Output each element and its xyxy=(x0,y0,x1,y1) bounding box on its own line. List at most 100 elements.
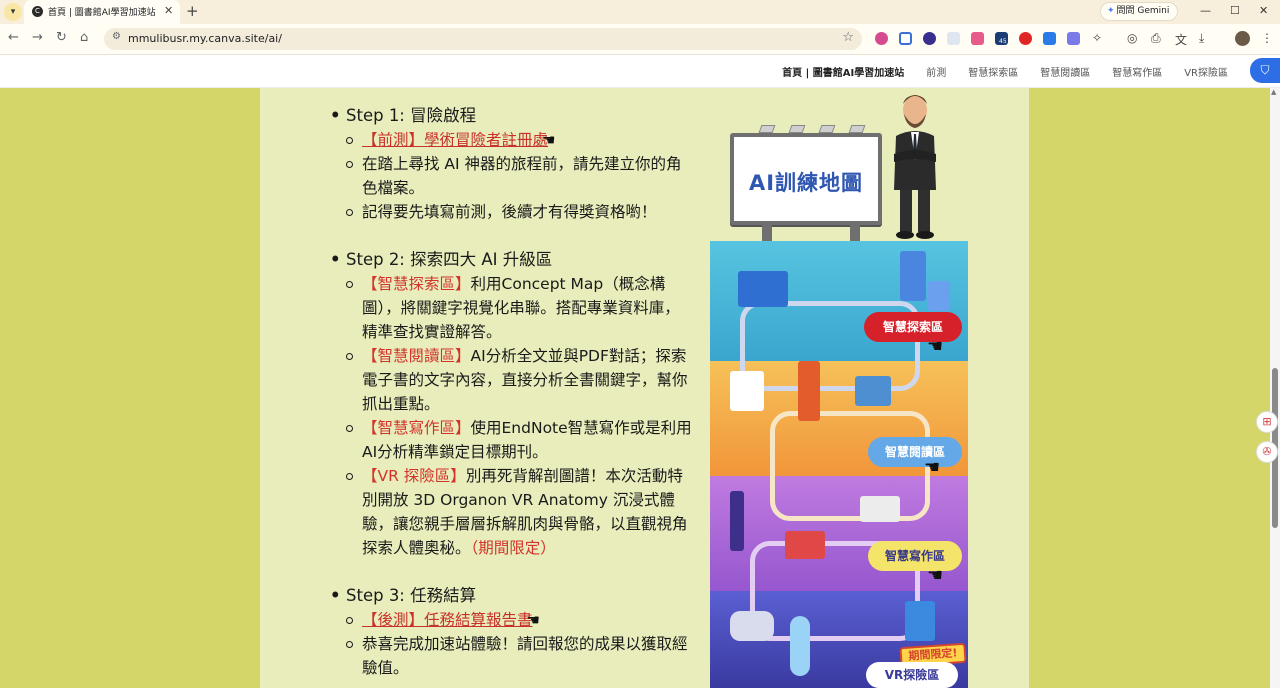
qr-code-button[interactable]: ⊞ xyxy=(1256,411,1278,433)
step-1-item: 在踏上尋找 AI 神器的旅程前，請先建立你的角色檔案。 xyxy=(346,152,692,200)
billboard-lamp xyxy=(758,125,776,133)
step-1-items: 【前測】學術冒險者註冊處☚ 在踏上尋找 AI 神器的旅程前，請先建立你的角色檔案… xyxy=(346,128,692,224)
write-zone-label[interactable]: 智慧寫作區 xyxy=(868,541,962,571)
step-2-items: 【智慧探索區】利用Concept Map（概念構圖），將關鍵字視覺化串聯。搭配專… xyxy=(346,272,692,560)
billboard-lamp xyxy=(848,125,866,133)
scroll-up-arrow-icon[interactable]: ▲ xyxy=(1271,88,1276,96)
extension-icon-1[interactable] xyxy=(875,32,888,45)
pretest-link[interactable]: 【前測】學術冒險者註冊處 xyxy=(362,131,548,149)
pen-icon xyxy=(730,491,744,551)
nav-link-pretest[interactable]: 前測 xyxy=(926,64,946,79)
extension-icon-8[interactable] xyxy=(1043,32,1056,45)
tower-building-icon xyxy=(900,251,926,301)
extension-icon-7[interactable] xyxy=(1019,32,1032,45)
nav-link-home[interactable]: 首頁 | 圖書館AI學習加速站 xyxy=(782,64,904,79)
gemini-sparkle-icon: ✦ xyxy=(1107,6,1115,16)
billboard-lamp xyxy=(788,125,806,133)
profile-avatar-icon[interactable] xyxy=(1235,31,1250,46)
browser-tab-active[interactable]: C 首頁 | 圖書館AI學習加速站 ✕ xyxy=(24,0,180,24)
browser-toolbar: ← → ↻ ⌂ ⚙ mmulibusr.my.canva.site/ai/ ☆ … xyxy=(0,24,1280,55)
pagoda-icon xyxy=(798,361,820,421)
typewriter-icon xyxy=(860,496,900,522)
vr-screen-icon xyxy=(905,601,935,641)
zone-tag: 【智慧寫作區】 xyxy=(362,419,471,437)
step-2-item-write: 【智慧寫作區】使用EndNote智慧寫作或是利用AI分析精準鎖定目標期刊。 xyxy=(346,416,692,464)
qr-code-icon: ⊞ xyxy=(1262,415,1272,428)
print-icon[interactable]: ⎙ xyxy=(1151,31,1161,46)
site-header: 首頁 | 圖書館AI學習加速站 前測 智慧探索區 智慧閱讀區 智慧寫作區 VR探… xyxy=(0,55,1280,88)
step-1-item: 記得要先填寫前測，後續才有得獎資格喲！ xyxy=(346,200,692,224)
step-2-item-vr: 【VR 探險區】別再死背解剖圖譜！本次活動特別開放 3D Organon VR … xyxy=(346,464,692,560)
ask-gemini-label: 問問 Gemini xyxy=(1116,6,1170,16)
address-bar[interactable]: ⚙ mmulibusr.my.canva.site/ai/ ☆ xyxy=(104,28,862,50)
anatomy-hologram-icon xyxy=(790,616,810,676)
kebab-menu-icon[interactable]: ⋮ xyxy=(1261,31,1273,45)
extension-icon-3[interactable] xyxy=(923,32,936,45)
extension-icon-9[interactable] xyxy=(1067,32,1080,45)
steps-list: Step 1: 冒險啟程 【前測】學術冒險者註冊處☚ 在踏上尋找 AI 神器的旅… xyxy=(332,104,692,688)
close-window-button[interactable]: ✕ xyxy=(1259,4,1268,17)
pointer-hand-icon: ☚ xyxy=(924,457,941,478)
step-2-title: Step 2: 探索四大 AI 升級區 xyxy=(346,248,692,272)
step-2: Step 2: 探索四大 AI 升級區 【智慧探索區】利用Concept Map… xyxy=(332,248,692,560)
home-icon[interactable]: ⌂ xyxy=(80,30,88,45)
extension-icon-5[interactable] xyxy=(971,32,984,45)
zone-tag: 【智慧閱讀區】 xyxy=(362,347,471,365)
step-3: Step 3: 任務結算 【後測】任務結算報告書☚ 恭喜完成加速站體驗！請回報您… xyxy=(332,584,692,680)
extensions-puzzle-icon[interactable]: ✧ xyxy=(1092,31,1102,45)
new-tab-button[interactable]: + xyxy=(186,2,199,20)
extension-icon-4[interactable] xyxy=(947,32,960,45)
screenshot-icon[interactable]: ◎ xyxy=(1127,31,1137,45)
open-book-icon xyxy=(730,371,764,411)
minimize-button[interactable]: — xyxy=(1200,4,1211,17)
step-2-item-explore: 【智慧探索區】利用Concept Map（概念構圖），將關鍵字視覺化串聯。搭配專… xyxy=(346,272,692,344)
favicon-icon: C xyxy=(32,6,43,17)
site-menu-button[interactable]: ⛉ xyxy=(1250,58,1280,83)
maximize-button[interactable]: ☐ xyxy=(1230,4,1240,17)
ask-gemini-button[interactable]: ✦ 問問 Gemini xyxy=(1100,2,1178,21)
guide-character-image xyxy=(894,95,936,239)
site-info-icon[interactable]: ⚙ xyxy=(112,31,121,42)
pointer-hand-icon: ☚ xyxy=(927,336,944,357)
url-text[interactable]: mmulibusr.my.canva.site/ai/ xyxy=(128,32,282,45)
nav-link-explore[interactable]: 智慧探索區 xyxy=(968,64,1018,79)
step-1-link-item: 【前測】學術冒險者註冊處☚ xyxy=(346,128,692,152)
billboard-title: AI訓練地圖 xyxy=(748,171,864,195)
step-3-item: 恭喜完成加速站體驗！請回報您的成果以獲取經驗值。 xyxy=(346,632,692,680)
billboard-lamp xyxy=(818,125,836,133)
tab-close-icon[interactable]: ✕ xyxy=(164,4,173,17)
tab-search-icon[interactable]: ▾ xyxy=(4,3,22,21)
explore-zone-label[interactable]: 智慧探索區 xyxy=(864,312,962,342)
download-icon[interactable]: ⤓ xyxy=(1199,31,1204,46)
reload-icon[interactable]: ↻ xyxy=(56,30,67,45)
page-scrollbar[interactable]: ▲ xyxy=(1270,88,1280,688)
tab-title: 首頁 | 圖書館AI學習加速站 xyxy=(48,8,156,18)
pointer-hand-icon: ☚ xyxy=(542,131,556,149)
zone-tag: 【VR 探險區】 xyxy=(362,467,466,485)
extension-icon-2[interactable] xyxy=(899,32,912,45)
question-box-icon xyxy=(928,281,950,311)
step-2-item-read: 【智慧閱讀區】AI分析全文並與PDF對話；探索電子書的文字內容，直接分析全書關鍵… xyxy=(346,344,692,416)
nav-link-write[interactable]: 智慧寫作區 xyxy=(1112,64,1162,79)
zone-tag: 【智慧探索區】 xyxy=(362,275,471,293)
nav-link-read[interactable]: 智慧閱讀區 xyxy=(1040,64,1090,79)
bookmark-star-icon[interactable]: ☆ xyxy=(842,30,854,45)
posttest-link[interactable]: 【後測】任務結算報告書 xyxy=(362,611,533,629)
step-1: Step 1: 冒險啟程 【前測】學術冒險者註冊處☚ 在踏上尋找 AI 神器的旅… xyxy=(332,104,692,224)
browser-tab-bar: ▾ C 首頁 | 圖書館AI學習加速站 ✕ + ✦ 問問 Gemini — ☐ ✕ xyxy=(0,0,1280,24)
billboard: AI訓練地圖 xyxy=(730,125,882,225)
read-zone-label[interactable]: 智慧閱讀區 xyxy=(868,437,962,467)
billboard-leg xyxy=(850,225,860,241)
step-3-items: 【後測】任務結算報告書☚ 恭喜完成加速站體驗！請回報您的成果以獲取經驗值。 xyxy=(346,608,692,680)
back-arrow-icon[interactable]: ← xyxy=(8,30,19,45)
translate-icon[interactable]: 文 xyxy=(1175,31,1187,48)
books-stack-icon xyxy=(855,376,891,406)
forward-arrow-icon[interactable]: → xyxy=(32,30,43,45)
step-1-title: Step 1: 冒險啟程 xyxy=(346,104,692,128)
extension-icon-6[interactable]: 45 xyxy=(995,32,1008,45)
nav-link-vr[interactable]: VR探險區 xyxy=(1184,64,1228,79)
vr-headset-icon xyxy=(730,611,774,641)
accessibility-button[interactable]: ✇ xyxy=(1256,441,1278,463)
extension-badge: 45 xyxy=(999,38,1007,45)
vr-zone-label[interactable]: VR探險區 xyxy=(866,662,958,688)
